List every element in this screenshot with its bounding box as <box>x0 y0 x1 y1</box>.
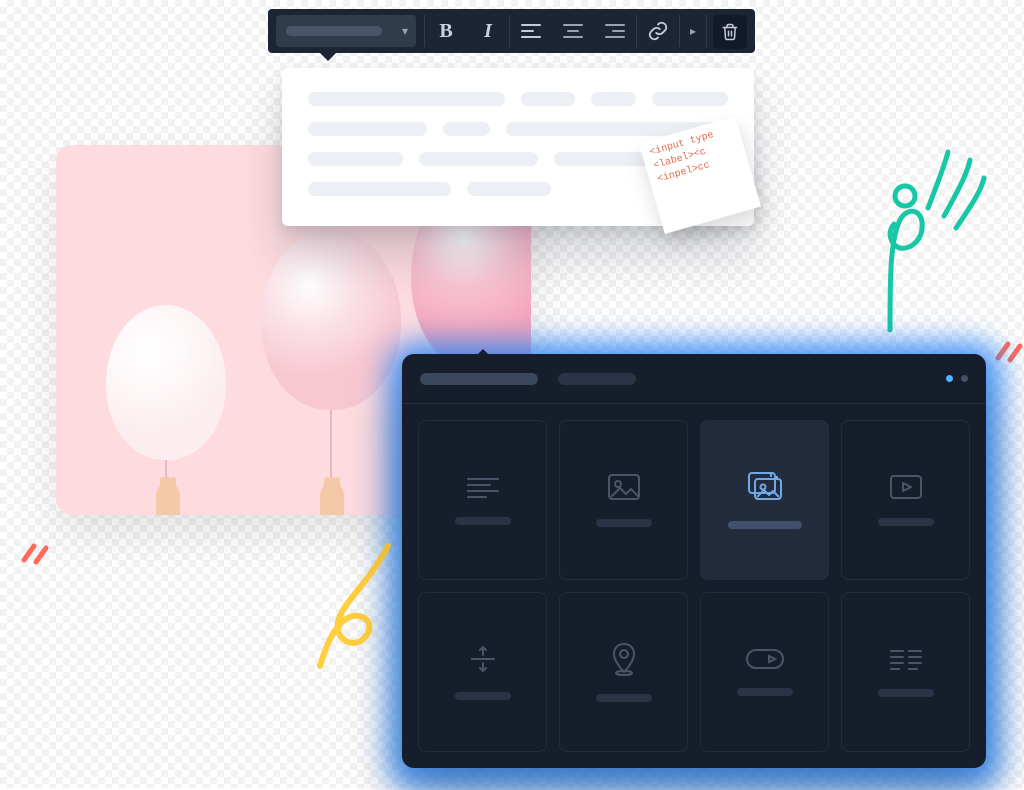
block-tile-button[interactable] <box>700 592 829 752</box>
style-select-value <box>286 26 382 36</box>
text-placeholder <box>521 92 574 106</box>
link-button[interactable] <box>637 9 679 53</box>
bold-icon: B <box>439 20 452 43</box>
button-icon <box>745 648 785 670</box>
columns-icon <box>889 647 923 671</box>
image-icon <box>607 473 641 501</box>
text-placeholder <box>308 182 451 196</box>
balloon-2 <box>261 230 401 410</box>
text-placeholder <box>419 152 538 166</box>
separator <box>706 15 707 47</box>
balloon-1 <box>106 305 226 460</box>
picker-tab-1[interactable] <box>558 373 636 385</box>
text-placeholder <box>443 122 491 136</box>
align-center-button[interactable] <box>552 9 594 53</box>
bold-button[interactable]: B <box>425 9 467 53</box>
block-tile-image[interactable] <box>559 420 688 580</box>
block-tile-label <box>878 689 934 697</box>
align-right-button[interactable] <box>594 9 636 53</box>
text-placeholder <box>467 182 551 196</box>
window-dots <box>946 375 968 382</box>
editor-toolbar: ▾ B I ▸ <box>268 9 755 53</box>
block-tile-map[interactable] <box>559 592 688 752</box>
red-dash-1 <box>20 540 50 566</box>
text-placeholder <box>591 92 637 106</box>
block-tile-label <box>596 519 652 527</box>
block-tile-label <box>596 694 652 702</box>
text-block[interactable]: <input type <label><c <inpel>cc <box>282 68 754 226</box>
block-tile-label <box>878 518 934 526</box>
picker-tab-0[interactable] <box>420 373 538 385</box>
text-placeholder <box>554 152 728 166</box>
text-placeholder <box>652 92 728 106</box>
italic-icon: I <box>484 20 492 43</box>
text-placeholder <box>308 122 427 136</box>
block-picker <box>402 354 986 768</box>
link-icon <box>647 20 669 42</box>
align-left-icon <box>521 23 541 39</box>
block-tile-label <box>455 692 511 700</box>
video-icon <box>889 474 923 500</box>
picker-header <box>402 354 986 404</box>
block-tile-label <box>737 688 793 696</box>
block-tile-gallery[interactable] <box>700 420 829 580</box>
block-tile-label <box>728 521 802 529</box>
more-button[interactable]: ▸ <box>680 9 706 53</box>
block-tile-text[interactable] <box>418 420 547 580</box>
chevron-down-icon: ▾ <box>402 24 408 38</box>
delete-button[interactable] <box>713 15 747 49</box>
block-tile-spacer[interactable] <box>418 592 547 752</box>
trash-icon <box>721 23 739 41</box>
spacer-icon <box>468 644 498 674</box>
hand-1 <box>156 483 180 515</box>
hand-2 <box>320 483 344 515</box>
text-placeholder <box>308 152 403 166</box>
block-tile-columns[interactable] <box>841 592 970 752</box>
align-left-button[interactable] <box>510 9 552 53</box>
align-center-icon <box>563 23 583 39</box>
text-line <box>308 152 728 166</box>
ok-hand-scribble <box>850 130 1000 340</box>
text-line <box>308 182 728 196</box>
dot-primary <box>946 375 953 382</box>
yellow-squiggle <box>300 540 410 670</box>
text-placeholder <box>506 122 728 136</box>
text-line <box>308 92 728 106</box>
gallery-icon <box>745 471 785 503</box>
dot-secondary <box>961 375 968 382</box>
block-tile-video[interactable] <box>841 420 970 580</box>
style-select[interactable]: ▾ <box>276 15 416 47</box>
text-icon <box>466 475 500 499</box>
text-line <box>308 122 728 136</box>
map-pin-icon <box>611 642 637 676</box>
caret-right-icon: ▸ <box>690 24 696 38</box>
italic-button[interactable]: I <box>467 9 509 53</box>
align-right-icon <box>605 23 625 39</box>
text-placeholder <box>308 92 505 106</box>
block-tile-label <box>455 517 511 525</box>
